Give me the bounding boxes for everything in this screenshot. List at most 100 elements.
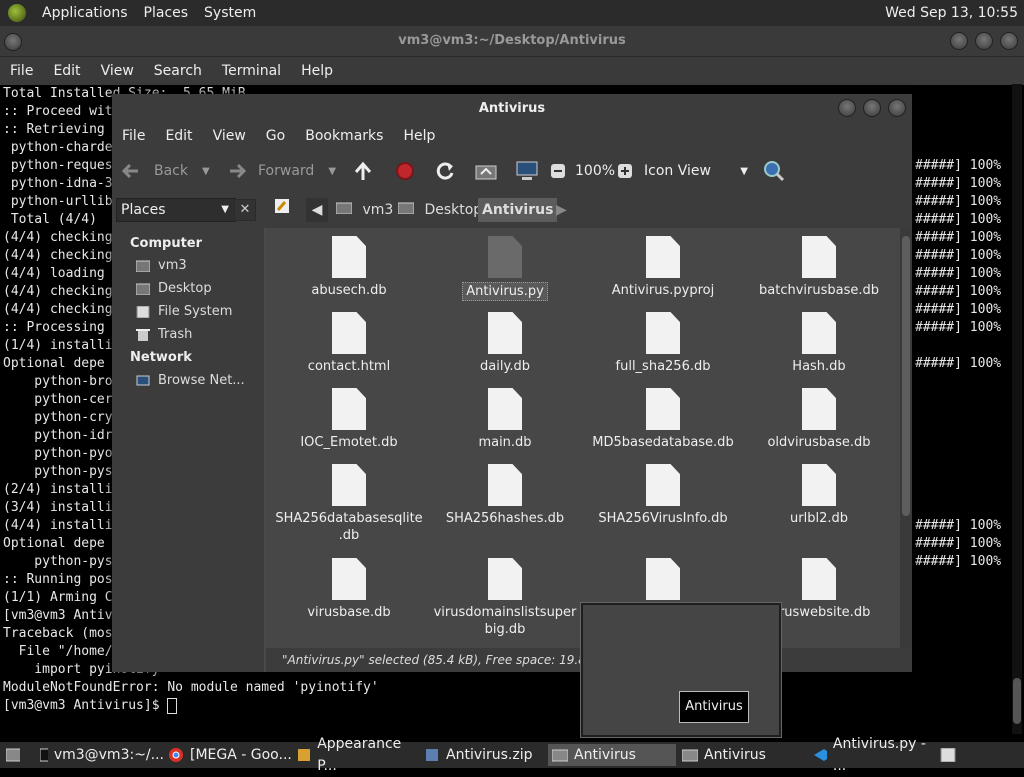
home-button[interactable] (474, 150, 498, 192)
file-icon (646, 312, 680, 354)
file-item[interactable]: full_sha256.db (588, 312, 738, 375)
task-antivirus-zip[interactable]: Antivirus.zip (420, 744, 548, 766)
fm-icon-view[interactable]: abusech.db Antivirus.py Antivirus.pyproj ba… (266, 228, 900, 648)
task-antivirus-folder-active[interactable]: Antivirus (548, 744, 676, 766)
menu-applications[interactable]: Applications (34, 5, 136, 21)
term-menu-help[interactable]: Help (291, 63, 343, 79)
show-desktop-button[interactable] (2, 744, 26, 766)
file-icon (488, 558, 522, 600)
sidebar-item-trash[interactable]: Trash (136, 327, 192, 342)
workspace-switcher[interactable] (936, 744, 962, 766)
file-item[interactable]: urlbl2.db (744, 464, 894, 527)
file-icon (646, 464, 680, 506)
file-item[interactable]: contact.html (274, 312, 424, 375)
fm-menu-edit[interactable]: Edit (155, 128, 202, 144)
file-name: virusdomainslistsuper big.db (433, 605, 577, 637)
zoom-out-button[interactable] (550, 150, 566, 192)
back-button[interactable]: Back ▼ (120, 150, 210, 192)
window-preview[interactable]: Antivirus (580, 602, 782, 738)
view-mode-select[interactable]: Icon View ▼ (644, 150, 748, 192)
computer-button[interactable] (514, 150, 540, 192)
breadcrumb-desktop[interactable]: Desktop (394, 198, 486, 222)
fm-menu-view[interactable]: View (203, 128, 256, 144)
fm-menu-help[interactable]: Help (393, 128, 445, 144)
term-menu-edit[interactable]: Edit (43, 63, 90, 79)
fm-menu-file[interactable]: File (112, 128, 155, 144)
fm-maximize-button[interactable] (863, 99, 881, 117)
fm-close-button[interactable] (888, 99, 906, 117)
terminal-progress-line: #####] 100% (915, 356, 1002, 371)
sidebar-item-desktop[interactable]: Desktop (136, 281, 212, 296)
sidebar-item-vm3[interactable]: vm3 (136, 258, 187, 273)
term-menu-file[interactable]: File (0, 63, 43, 79)
file-item[interactable]: SHA256hashes.db (430, 464, 580, 527)
close-sidebar-button[interactable]: ✕ (234, 199, 256, 221)
file-icon (488, 236, 522, 278)
stop-icon (396, 162, 414, 180)
file-name: daily.db (480, 359, 530, 374)
breadcrumb-left-button[interactable]: ◀ (306, 198, 328, 222)
fm-menu-go[interactable]: Go (256, 128, 295, 144)
task-chrome[interactable]: [MEGA - Goo... (164, 744, 292, 766)
file-name: SHA256databasesqlite .db (275, 511, 423, 543)
file-item[interactable] (588, 558, 738, 604)
term-menu-terminal[interactable]: Terminal (212, 63, 291, 79)
terminal-titlebar[interactable]: vm3@vm3:~/Desktop/Antivirus (0, 26, 1024, 57)
terminal-scrollbar[interactable] (1012, 84, 1022, 734)
edit-location-button[interactable] (270, 198, 294, 222)
search-button[interactable] (762, 150, 786, 192)
maximize-button[interactable] (975, 32, 993, 50)
file-item[interactable]: batchvirusbase.db (744, 236, 894, 299)
term-menu-view[interactable]: View (91, 63, 144, 79)
fm-titlebar[interactable]: Antivirus (112, 94, 912, 122)
file-item[interactable]: IOC_Emotet.db (274, 388, 424, 451)
breadcrumb-antivirus[interactable]: Antivirus (478, 198, 558, 222)
file-item[interactable]: SHA256databasesqlite .db (274, 464, 424, 544)
reload-button[interactable] (434, 150, 456, 192)
clock[interactable]: Wed Sep 13, 10:55 (885, 5, 1018, 21)
file-item[interactable]: Antivirus.py (430, 236, 580, 301)
fm-menu-bookmarks[interactable]: Bookmarks (295, 128, 393, 144)
file-item[interactable]: oldvirusbase.db (744, 388, 894, 451)
forward-button[interactable]: Forward ▼ (226, 150, 336, 192)
fm-minimize-button[interactable] (838, 99, 856, 117)
file-icon (646, 236, 680, 278)
terminal-cursor (167, 697, 178, 714)
menu-places[interactable]: Places (136, 5, 197, 21)
file-item[interactable]: daily.db (430, 312, 580, 375)
appearance-icon (298, 749, 310, 761)
terminal-progress-line (915, 373, 1001, 391)
breadcrumb-right-button[interactable]: ▶ (552, 198, 571, 222)
file-item[interactable]: SHA256VirusInfo.db (588, 464, 738, 527)
distro-logo-icon[interactable] (8, 4, 26, 22)
sidebar-type-select[interactable]: Places ▼ (116, 198, 236, 222)
file-item[interactable]: main.db (430, 388, 580, 451)
menu-system[interactable]: System (196, 5, 264, 21)
up-button[interactable] (352, 150, 374, 192)
terminal-progress-line: #####] 100% (915, 266, 1002, 281)
file-item[interactable]: abusech.db (274, 236, 424, 299)
sidebar-item-file-system[interactable]: File System (136, 304, 232, 319)
file-item[interactable]: Antivirus.pyproj (588, 236, 738, 299)
term-menu-search[interactable]: Search (144, 63, 212, 79)
sidebar-item-browse-network[interactable]: Browse Net... (136, 373, 245, 388)
task-terminal[interactable]: vm3@vm3:~/... (36, 744, 164, 766)
stop-button[interactable] (394, 150, 416, 192)
terminal-progress-line (915, 409, 1001, 427)
file-item[interactable]: virusbase.db (274, 558, 424, 621)
minimize-button[interactable] (950, 32, 968, 50)
terminal-progress-line: #####] 100% (915, 194, 1002, 209)
terminal-progress-line (915, 427, 1001, 445)
fm-scrollbar[interactable] (900, 228, 912, 648)
breadcrumb-vm3[interactable]: vm3 (332, 198, 397, 222)
close-button[interactable] (1000, 32, 1018, 50)
file-item[interactable]: MD5basedatabase.db (588, 388, 738, 451)
task-vscode[interactable]: Antivirus.py - ... (808, 736, 936, 774)
zoom-in-button[interactable] (617, 150, 633, 192)
folder-icon (397, 202, 415, 215)
file-name: contact.html (307, 359, 391, 374)
task-appearance[interactable]: Appearance P... (292, 736, 420, 774)
file-item[interactable]: Hash.db (744, 312, 894, 375)
task-antivirus-folder[interactable]: Antivirus (678, 744, 806, 766)
file-item[interactable]: virusdomainslistsuper big.db (430, 558, 580, 638)
